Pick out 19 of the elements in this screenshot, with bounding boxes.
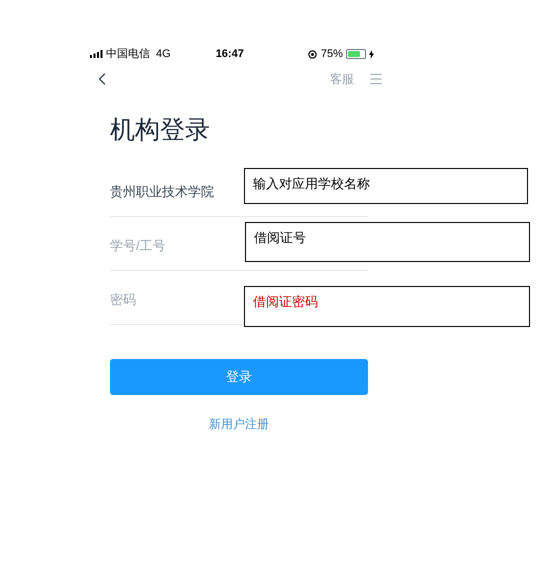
annotation-text: 输入对应用学校名称 xyxy=(253,176,370,191)
input-field[interactable]: 贵州职业技术学院 xyxy=(110,180,238,204)
input-field[interactable]: 学号/工号 xyxy=(110,234,238,258)
login-button[interactable]: 登录 xyxy=(110,359,368,395)
annotation-text: 借阅证号 xyxy=(254,230,306,245)
battery-percent: 75% xyxy=(320,46,343,62)
register-link[interactable]: 新用户注册 xyxy=(209,415,269,433)
charging-icon xyxy=(368,50,374,58)
page-title: 机构登录 xyxy=(110,118,211,143)
menu-icon[interactable] xyxy=(368,71,384,87)
service-link[interactable]: 客服 xyxy=(330,70,354,88)
battery-icon xyxy=(346,49,366,59)
carrier-name: 中国电信 xyxy=(106,46,150,62)
input-field[interactable]: 密码 xyxy=(110,288,238,312)
rotation-lock-icon xyxy=(308,50,317,58)
network-type: 4G xyxy=(156,46,171,62)
annotation-text: 借阅证密码 xyxy=(253,294,318,309)
signal-icon xyxy=(90,50,104,58)
clock-time: 16:47 xyxy=(216,46,244,62)
